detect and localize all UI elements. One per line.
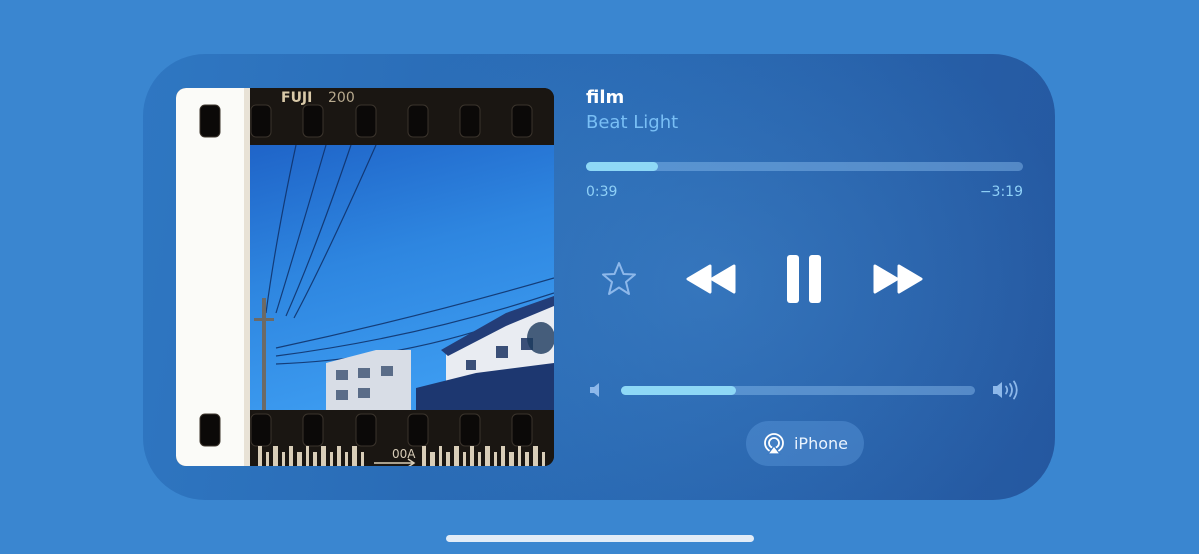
artwork-image: FUJI 200 00A [176,88,554,466]
rewind-button[interactable] [684,262,738,296]
speaker-high-icon [993,380,1018,400]
fast-forward-button[interactable] [871,262,925,296]
elapsed-time: 0:39 [586,184,618,200]
film-speed: 200 [328,90,355,106]
now-playing-widget: FUJI 200 00A film Beat Light 0:39 −3:19 … [143,54,1055,500]
home-indicator[interactable] [446,535,754,542]
pause-button[interactable] [783,253,825,305]
frame-code: 00A [392,447,416,461]
airplay-icon [764,432,784,455]
playback-progress-fill [586,162,658,171]
favorite-button[interactable] [600,260,638,298]
volume-max-button[interactable] [991,379,1021,401]
playback-scrubber[interactable] [586,162,1023,171]
utility-pole [262,298,266,410]
fast-forward-icon [873,264,923,294]
airplay-output-button[interactable]: iPhone [746,421,864,466]
track-artist[interactable]: Beat Light [586,112,678,133]
remaining-time: −3:19 [979,184,1023,200]
track-title[interactable]: film [586,87,624,108]
pause-icon [787,255,821,303]
album-artwork[interactable]: FUJI 200 00A [176,88,554,466]
volume-level-fill [621,386,737,395]
output-device-label: iPhone [793,434,848,453]
film-leader [176,88,248,466]
speaker-low-icon [590,383,599,397]
star-icon [602,262,636,295]
volume-slider[interactable] [621,386,975,395]
film-brand: FUJI [281,90,312,106]
volume-min-button[interactable] [588,381,604,399]
rewind-icon [686,264,736,294]
